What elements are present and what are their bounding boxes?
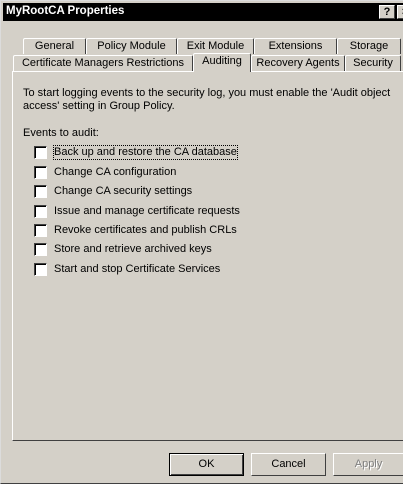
window-title: MyRootCA Properties	[6, 5, 125, 17]
ok-button[interactable]: OK	[169, 453, 244, 476]
help-button[interactable]: ?	[379, 5, 395, 19]
tab-extensions[interactable]: Extensions	[254, 38, 337, 54]
close-button[interactable]: ×	[397, 5, 403, 19]
tab-panel-auditing	[12, 71, 403, 441]
tab-certificate-managers-restrictions[interactable]: Certificate Managers Restrictions	[13, 55, 193, 71]
tab-exit-module[interactable]: Exit Module	[177, 38, 254, 54]
tab-general[interactable]: General	[23, 38, 86, 54]
tab-recovery-agents[interactable]: Recovery Agents	[251, 55, 345, 71]
tab-policy-module[interactable]: Policy Module	[86, 38, 177, 54]
tab-auditing[interactable]: Auditing	[193, 53, 251, 72]
cancel-button[interactable]: Cancel	[251, 453, 326, 476]
properties-dialog: MyRootCA Properties ? × General Policy M…	[0, 0, 403, 484]
title-bar[interactable]: MyRootCA Properties ? ×	[3, 3, 403, 21]
tab-storage[interactable]: Storage	[337, 38, 401, 54]
cancel-label: Cancel	[271, 458, 306, 470]
apply-label: Apply	[354, 458, 383, 470]
apply-button[interactable]: Apply	[333, 453, 403, 476]
ok-label: OK	[198, 458, 215, 470]
tab-security[interactable]: Security	[345, 55, 401, 71]
